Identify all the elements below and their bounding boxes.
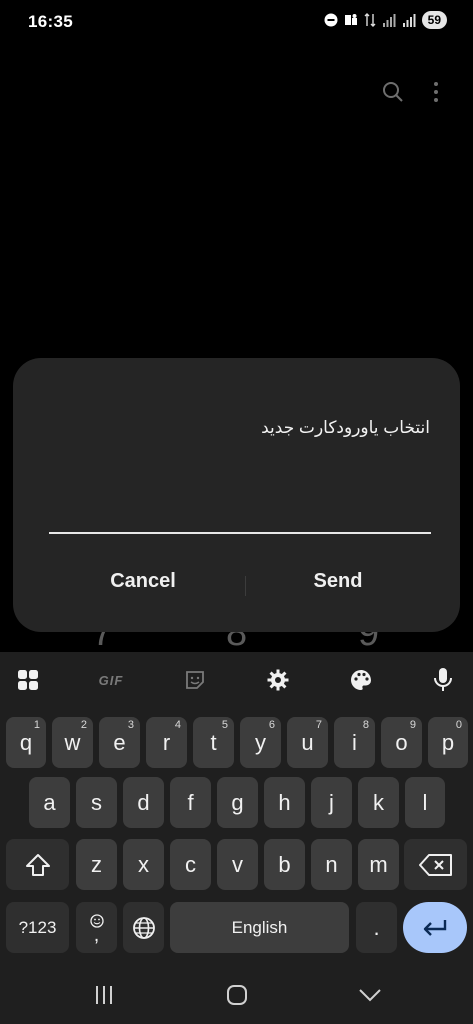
key-hint: 1 (33, 719, 40, 731)
key-s[interactable]: s (76, 777, 117, 828)
status-icons: 59 (324, 11, 447, 29)
sticker-button[interactable] (173, 662, 217, 698)
back-button[interactable] (350, 980, 390, 1010)
input-dialog: انتخاب یاورودکارت جدید Cancel Send (13, 358, 460, 632)
language-key[interactable] (123, 902, 164, 953)
cancel-button[interactable]: Cancel (48, 570, 238, 593)
key-v[interactable]: v (217, 839, 258, 890)
app-notification-icon (344, 14, 357, 25)
backspace-key[interactable] (404, 839, 467, 890)
key-i[interactable]: i8 (334, 717, 375, 768)
keyboard-toolbar: GIF (0, 652, 473, 708)
dialog-title: انتخاب یاورودکارت جدید (261, 418, 430, 437)
status-time: 16:35 (28, 12, 73, 31)
key-n[interactable]: n (311, 839, 352, 890)
key-g[interactable]: g (217, 777, 258, 828)
home-icon (227, 985, 247, 1005)
key-f[interactable]: f (170, 777, 211, 828)
key-label: t (210, 729, 217, 755)
key-label: y (255, 729, 266, 755)
data-transfer-icon (364, 13, 376, 27)
emoji-comma-key[interactable]: , (76, 902, 117, 953)
key-p[interactable]: p0 (428, 717, 468, 768)
key-h[interactable]: h (264, 777, 305, 828)
key-label: r (162, 729, 171, 755)
key-c[interactable]: c (170, 839, 211, 890)
globe-icon (132, 916, 155, 939)
key-u[interactable]: u7 (287, 717, 328, 768)
signal-icon-2 (402, 14, 416, 27)
key-hint: 4 (174, 719, 181, 731)
recent-apps-button[interactable] (84, 980, 124, 1010)
key-t[interactable]: t5 (193, 717, 234, 768)
battery-indicator: 59 (421, 11, 447, 29)
search-icon[interactable] (381, 80, 405, 104)
gif-button[interactable]: GIF (89, 662, 133, 698)
period-key[interactable]: . (356, 902, 397, 953)
key-b[interactable]: b (264, 839, 305, 890)
key-hint: 9 (409, 719, 416, 731)
do-not-disturb-icon (324, 13, 338, 27)
key-l[interactable]: l (405, 777, 445, 828)
comma-label: , (93, 923, 100, 946)
key-label: u (301, 729, 314, 755)
settings-button[interactable] (256, 662, 300, 698)
enter-icon (423, 919, 447, 936)
key-hint: 0 (455, 719, 462, 731)
navigation-bar (0, 970, 473, 1024)
on-screen-keyboard: GIF q1 w2 e3 r4 t5 y6 u7 i8 o9 p0 a s d … (0, 652, 473, 1024)
key-o[interactable]: o9 (381, 717, 422, 768)
more-options-icon[interactable] (433, 81, 439, 103)
key-e[interactable]: e3 (99, 717, 140, 768)
key-j[interactable]: j (311, 777, 352, 828)
apps-grid-button[interactable] (6, 662, 50, 698)
key-label: w (64, 729, 81, 755)
enter-key[interactable] (403, 902, 467, 953)
key-label: q (19, 729, 33, 755)
sticker-icon (186, 671, 204, 689)
microphone-icon (434, 668, 452, 691)
dialog-text-input[interactable] (49, 498, 431, 534)
palette-icon (351, 670, 371, 690)
gear-icon (267, 669, 289, 691)
key-y[interactable]: y6 (240, 717, 281, 768)
key-q[interactable]: q1 (6, 717, 46, 768)
send-button[interactable]: Send (243, 570, 433, 593)
key-a[interactable]: a (29, 777, 70, 828)
key-r[interactable]: r4 (146, 717, 187, 768)
key-x[interactable]: x (123, 839, 164, 890)
key-w[interactable]: w2 (52, 717, 93, 768)
key-label: e (113, 729, 126, 755)
key-hint: 2 (80, 719, 87, 731)
key-hint: 5 (221, 719, 228, 731)
key-hint: 3 (127, 719, 134, 731)
voice-input-button[interactable] (421, 662, 465, 698)
signal-icon-1 (382, 14, 396, 27)
key-d[interactable]: d (123, 777, 164, 828)
key-m[interactable]: m (358, 839, 399, 890)
key-z[interactable]: z (76, 839, 117, 890)
space-bar[interactable]: English (170, 902, 349, 953)
key-label: o (395, 729, 408, 755)
key-label: p (441, 729, 455, 755)
key-k[interactable]: k (358, 777, 399, 828)
symbols-key[interactable]: ?123 (6, 902, 69, 953)
apps-grid-icon (18, 670, 38, 690)
shift-key[interactable] (6, 839, 69, 890)
home-button[interactable] (217, 980, 257, 1010)
gif-label: GIF (98, 672, 124, 688)
shift-icon (25, 853, 50, 876)
key-hint: 7 (315, 719, 322, 731)
key-hint: 6 (268, 719, 275, 731)
key-hint: 8 (362, 719, 369, 731)
app-top-actions (381, 80, 439, 104)
chevron-down-icon (359, 989, 381, 1002)
backspace-icon (418, 853, 452, 876)
theme-button[interactable] (339, 662, 383, 698)
status-bar: 16:35 59 (0, 0, 473, 44)
key-label: i (352, 729, 357, 755)
recent-apps-icon (96, 986, 112, 1004)
